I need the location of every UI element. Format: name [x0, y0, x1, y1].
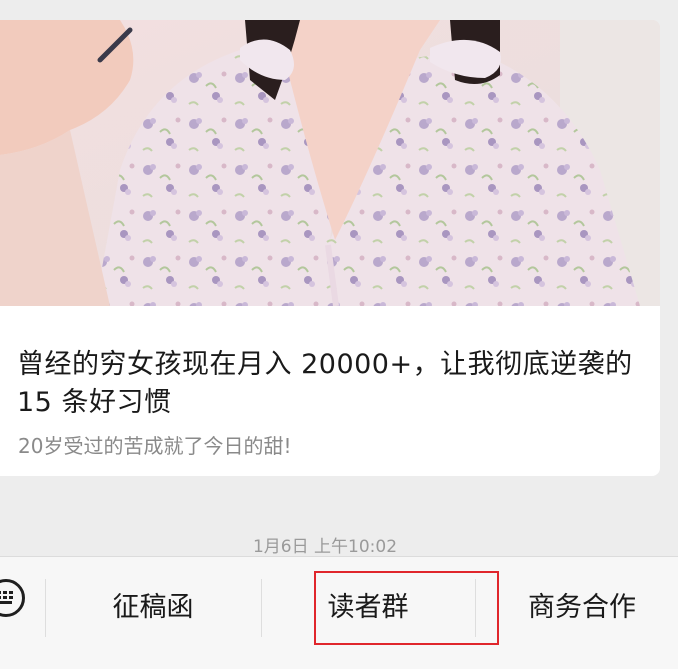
- bottom-menu-bar: 征稿函 读者群 商务合作: [0, 556, 678, 669]
- article-cover-image: [0, 20, 660, 306]
- message-timestamp: 1月6日 上午10:02: [252, 537, 398, 557]
- menu-item-submissions[interactable]: 征稿函: [46, 581, 260, 635]
- menu-item-business[interactable]: 商务合作: [476, 581, 678, 635]
- article-card[interactable]: 曾经的穷女孩现在月入 20000+，让我彻底逆袭的 15 条好习惯 20岁受过的…: [0, 20, 660, 476]
- article-headline[interactable]: 曾经的穷女孩现在月入 20000+，让我彻底逆袭的 15 条好习惯: [17, 346, 645, 422]
- keyboard-toggle-button[interactable]: [0, 579, 25, 617]
- keyboard-icon: [0, 591, 13, 604]
- highlight-annotation-box: [314, 571, 499, 645]
- article-subtitle: 20岁受过的苦成就了今日的甜!: [18, 434, 292, 458]
